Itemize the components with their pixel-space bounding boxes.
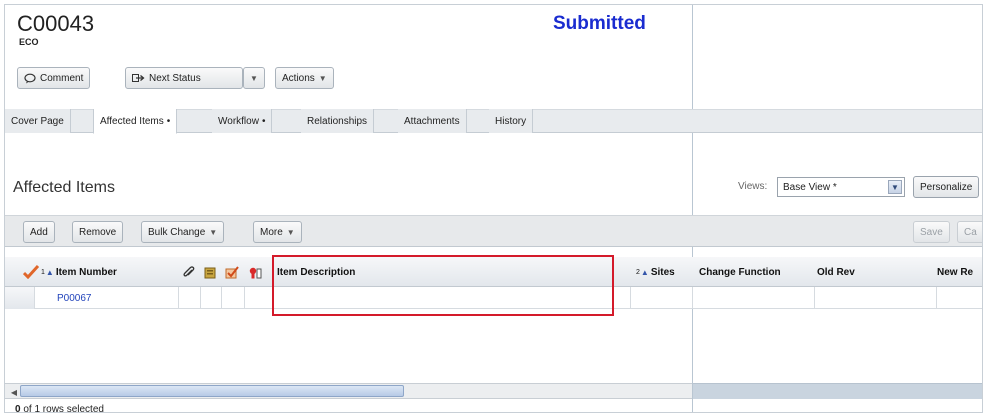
attachment-cell xyxy=(179,287,201,309)
rows-selected-status: 0 of 1 rows selected xyxy=(15,404,104,413)
highlight-box xyxy=(272,255,614,316)
change-function-cell[interactable] xyxy=(693,287,815,309)
manufacturer-icon[interactable] xyxy=(248,257,262,287)
next-status-icon xyxy=(132,73,145,83)
tab-label: History xyxy=(495,115,527,127)
item-number-cell[interactable]: P00067 xyxy=(35,287,179,309)
sort-order: 1 xyxy=(41,268,45,276)
views-selected-value: Base View * xyxy=(783,181,837,193)
more-button[interactable]: More ▼ xyxy=(253,221,302,243)
change-cell xyxy=(222,287,245,309)
tab-attachments[interactable]: Attachments xyxy=(398,109,467,133)
new-rev-cell[interactable] xyxy=(937,287,982,309)
column-label: New Re xyxy=(937,266,974,278)
cancel-label: Ca xyxy=(964,226,977,238)
column-header-item-number[interactable]: 1 ▲ Item Number xyxy=(41,257,117,287)
comment-label: Comment xyxy=(40,72,84,84)
add-label: Add xyxy=(30,226,48,238)
cancel-button[interactable]: Ca xyxy=(957,221,982,243)
scroll-left-icon[interactable]: ◀ xyxy=(8,386,20,398)
chevron-down-icon: ▼ xyxy=(209,227,218,237)
tab-relationships[interactable]: Relationships xyxy=(301,109,375,133)
tab-label: Cover Page xyxy=(11,115,64,127)
object-status: Submitted xyxy=(553,13,646,34)
modified-indicator: • xyxy=(261,115,266,127)
next-status-dropdown[interactable]: ▼ xyxy=(243,67,265,89)
column-label: Change Function xyxy=(699,266,781,278)
sort-ascending-icon: ▲ xyxy=(640,267,649,277)
actions-label: Actions xyxy=(282,72,315,84)
personalize-button[interactable]: Personalize xyxy=(913,176,980,198)
attachment-icon[interactable] xyxy=(183,257,195,287)
tab-label: Affected Items xyxy=(100,115,164,127)
chevron-down-icon: ▼ xyxy=(318,73,327,83)
old-rev-cell[interactable] xyxy=(815,287,937,309)
next-status-button[interactable]: Next Status xyxy=(125,67,243,89)
tab-label: Attachments xyxy=(404,115,460,127)
speech-bubble-icon xyxy=(24,73,36,84)
next-status-label: Next Status xyxy=(149,72,201,84)
chevron-down-icon: ▼ xyxy=(286,227,295,237)
views-select[interactable]: Base View * ▼ xyxy=(777,177,905,197)
column-label: Sites xyxy=(650,266,675,278)
remove-button[interactable]: Remove xyxy=(72,221,124,243)
object-type: ECO xyxy=(19,37,39,47)
chevron-down-icon[interactable]: ▼ xyxy=(888,180,902,194)
item-number-link[interactable]: P00067 xyxy=(57,293,91,304)
remove-label: Remove xyxy=(79,226,117,238)
object-number: C00043 xyxy=(17,11,95,36)
column-header-old-rev[interactable]: Old Rev xyxy=(817,257,855,287)
status-text: of 1 rows selected xyxy=(20,404,104,413)
tab-workflow[interactable]: Workflow • xyxy=(212,109,273,133)
more-label: More xyxy=(260,226,283,238)
add-button[interactable]: Add xyxy=(23,221,55,243)
chevron-down-icon: ▼ xyxy=(250,73,258,83)
bulk-change-button[interactable]: Bulk Change ▼ xyxy=(141,221,225,243)
eco-window: C00043 ECO Submitted Comment Next Status… xyxy=(4,4,983,413)
column-label: Old Rev xyxy=(817,266,855,278)
save-button[interactable]: Save xyxy=(913,221,950,243)
bulk-change-label: Bulk Change xyxy=(148,226,206,238)
bom-icon[interactable] xyxy=(204,257,216,287)
bom-cell xyxy=(201,287,222,309)
scrollbar-thumb[interactable] xyxy=(20,385,404,397)
tab-label: Workflow xyxy=(218,115,259,127)
column-header-change-function[interactable]: Change Function xyxy=(699,257,781,287)
tab-label: Relationships xyxy=(307,115,368,127)
column-header-new-rev[interactable]: New Re xyxy=(937,257,973,287)
views-label: Views: xyxy=(738,181,768,192)
modified-indicator: • xyxy=(166,115,171,127)
personalize-label: Personalize xyxy=(920,181,973,193)
row-selector[interactable] xyxy=(5,287,35,309)
tab-affected-items[interactable]: Affected Items • xyxy=(93,109,178,134)
sort-order: 2 xyxy=(636,268,640,276)
pane-divider[interactable] xyxy=(692,5,693,412)
column-header-sites[interactable]: 2 ▲ Sites xyxy=(636,257,675,287)
sites-cell[interactable] xyxy=(631,287,693,309)
tab-cover-page[interactable]: Cover Page xyxy=(5,109,71,133)
actions-button[interactable]: Actions ▼ xyxy=(275,67,334,89)
quick-edit-header-icon[interactable] xyxy=(23,257,39,287)
tab-history[interactable]: History xyxy=(489,109,534,133)
change-icon[interactable] xyxy=(225,257,239,287)
comment-button[interactable]: Comment xyxy=(17,67,91,89)
section-title: Affected Items xyxy=(13,179,115,196)
horizontal-scrollbar-right-pane[interactable] xyxy=(693,383,982,399)
save-label: Save xyxy=(920,226,943,238)
manufacturer-cell xyxy=(245,287,273,309)
sort-ascending-icon: ▲ xyxy=(45,267,54,277)
column-label: Item Number xyxy=(55,266,117,278)
